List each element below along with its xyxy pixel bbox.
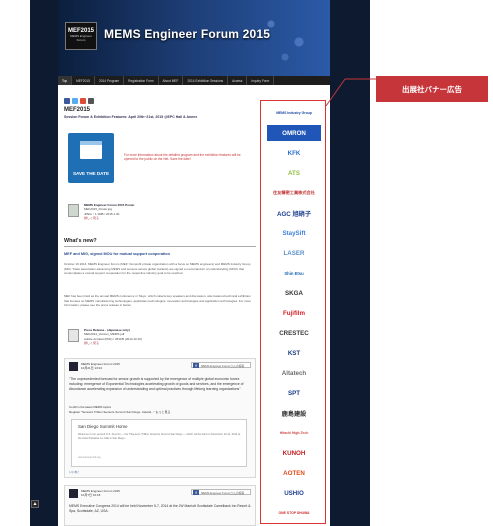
site-header: MEF2015 MEMS Engineer Forum MEMS Enginee… xyxy=(58,0,330,76)
banner-fujifilm[interactable]: Fujifilm xyxy=(267,305,321,321)
nav-item-exhibition[interactable]: 2014 Exhibition Sessions xyxy=(183,76,229,85)
banner-kunoh[interactable]: KUNOH xyxy=(267,445,321,461)
news-paragraph-1: October 16 2014, MEMS Engineer Forum (ME… xyxy=(64,262,251,275)
nav-item-about[interactable]: About MEF xyxy=(159,76,184,85)
nav-item-registration[interactable]: Registration Form xyxy=(124,76,159,85)
fb-post-time-2: 10月7日 10:18 xyxy=(81,493,101,498)
scroll-to-top-button[interactable]: ▲ xyxy=(31,500,39,508)
exhibitor-banner-callout: 出展社バナー広告 xyxy=(376,76,488,102)
banner-mems-industry-group[interactable]: MEMS Industry Group xyxy=(267,105,321,121)
banner-omron[interactable]: OMRON xyxy=(267,125,321,141)
press-release: Press Release - (Japanese only) MEF2014_… xyxy=(68,327,254,349)
banner-shuwa[interactable]: ONE STOP SHUWA xyxy=(267,505,321,521)
nav-item-program[interactable]: 2014 Program xyxy=(95,76,125,85)
nav-item-access[interactable]: Access xyxy=(228,76,248,85)
fb-like-link[interactable]: いいね！ xyxy=(69,470,80,474)
news-title[interactable]: MEF and MIG, signed MOU for mutual suppo… xyxy=(64,252,170,256)
whats-new-heading: What's new? xyxy=(64,238,256,247)
poster-link[interactable]: 詳しく見る xyxy=(84,216,99,220)
nav-item-top[interactable]: Top xyxy=(58,76,73,85)
main-content: MEF2015 Session Forum & Exhibition Featu… xyxy=(64,90,256,526)
press-link[interactable]: 詳しく見る xyxy=(84,341,99,345)
page-title: MEF2015 xyxy=(64,107,91,113)
link-card-url: tsensorssummit.org xyxy=(78,456,101,459)
banner-staysift[interactable]: StaySift xyxy=(267,225,321,241)
site-title: MEMS Engineer Forum 2015 xyxy=(104,27,271,41)
banner-skga[interactable]: SKGA xyxy=(267,285,321,301)
page-avatar-2[interactable] xyxy=(69,489,78,498)
facebook-post-1: MEMS Engineer Forum 2015 10月21日 13:04 ME… xyxy=(64,358,256,478)
nav-item-inquiry[interactable]: Inquiry Form xyxy=(247,76,275,85)
pdf-icon[interactable] xyxy=(68,329,79,342)
facebook-post-2: MEMS Engineer Forum 2015 10月7日 10:18 MEM… xyxy=(64,485,256,526)
notice-text: For more information about the detailed … xyxy=(124,153,241,162)
facebook-icon[interactable] xyxy=(64,98,70,104)
site-logo[interactable]: MEF2015 MEMS Engineer Forum xyxy=(65,22,97,50)
press-release-item: Press Release - (Japanese only) MEF2014_… xyxy=(68,327,254,349)
poster-thumbnail[interactable] xyxy=(68,204,79,217)
banner-crestec[interactable]: CRESTEC xyxy=(267,325,321,341)
google-plus-icon[interactable] xyxy=(80,98,86,104)
banner-kobe[interactable]: 鹿島建設 xyxy=(267,405,321,421)
main-nav: Top MEF2015 2014 Program Registration Fo… xyxy=(58,76,330,85)
poster-download: MEMS Engineer Forum 2015 Poster MEF2015_… xyxy=(68,202,254,224)
banner-shin-etsu[interactable]: Shin Etsu xyxy=(267,265,321,281)
exhibitor-banners: MEMS Industry Group OMRON KFK ATS 住友精密工業株式会社… xyxy=(260,100,326,524)
banner-kfk[interactable]: KFK xyxy=(267,145,321,161)
banner-altatech[interactable]: Altatech xyxy=(267,365,321,381)
banner-ats[interactable]: ATS xyxy=(267,165,321,181)
fb-post-text-2: Confirm the latest MEMS topics xyxy=(69,405,112,409)
page-subtitle: Session Forum & Exhibition Features: Apr… xyxy=(64,115,198,119)
save-the-date-label: SAVE THE DATE xyxy=(72,171,110,176)
banner-agc[interactable]: AGC 旭硝子 xyxy=(267,205,321,221)
calendar-icon xyxy=(80,141,102,159)
banner-sumitomo-precision[interactable]: 住友精密工業株式会社 xyxy=(267,185,321,201)
banner-ushio[interactable]: USHIO xyxy=(267,485,321,501)
logo-line-2: MEMS Engineer Forum xyxy=(70,34,92,42)
email-icon[interactable] xyxy=(88,98,94,104)
page-avatar[interactable] xyxy=(69,362,78,371)
twitter-icon[interactable] xyxy=(72,98,78,104)
fb-post-time: 10月21日 13:04 xyxy=(81,366,103,371)
link-card-title: San Diego Summit Home xyxy=(78,424,128,429)
news-paragraph-2: MEF has been held as the annual MEMS con… xyxy=(64,294,251,307)
banner-spt[interactable]: SPT xyxy=(267,385,321,401)
fb-post-text: "The unprecedented forecast for sensor g… xyxy=(69,377,244,391)
banner-kst[interactable]: KST xyxy=(267,345,321,361)
link-card-body: Welcome to our second U.S. Summit — the … xyxy=(78,433,241,440)
banner-hitachi-high-tech[interactable]: Hitachi High-Tech xyxy=(267,425,321,441)
save-the-date-graphic: SAVE THE DATE xyxy=(68,133,114,183)
fb-post-text-4: MEMS Executive Congress 2014 will be hel… xyxy=(69,504,251,513)
banner-aoten[interactable]: AOTEN xyxy=(267,465,321,481)
nav-item-mef2015[interactable]: MEF2015 xyxy=(72,76,95,85)
social-buttons xyxy=(64,98,256,104)
fb-post-text-3[interactable]: Register "Sensors Trillion Sensors Summi… xyxy=(69,410,171,414)
fb-like-box[interactable]: MEMS Engineer Forumさんの投稿 xyxy=(191,362,251,368)
fb-like-box-2[interactable]: MEMS Engineer Forumさんの投稿 xyxy=(191,489,251,495)
fb-link-card[interactable]: San Diego Summit Home Welcome to our sec… xyxy=(71,419,247,467)
banner-laser[interactable]: LASER xyxy=(267,245,321,261)
